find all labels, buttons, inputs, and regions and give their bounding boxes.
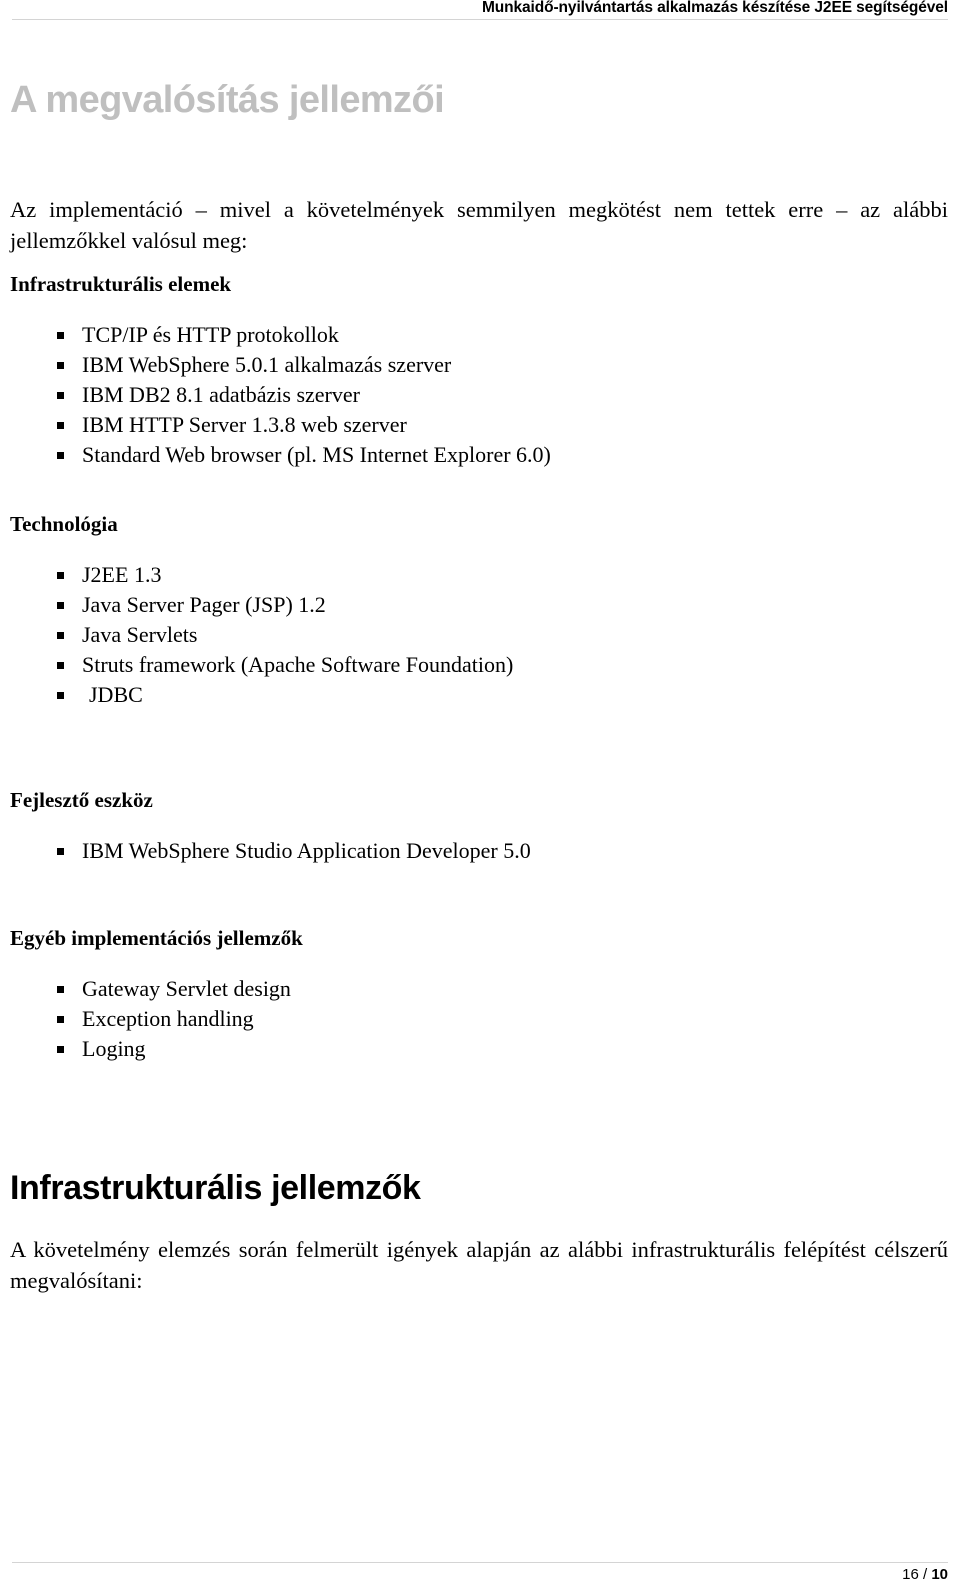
- list-item-label: IBM WebSphere 5.0.1 alkalmazás szerver: [82, 352, 452, 377]
- section-title-infrastructure-characteristics: Infrastrukturális jellemzők: [10, 1169, 421, 1207]
- list-technology: J2EE 1.3 Java Server Pager (JSP) 1.2 Jav…: [10, 560, 948, 710]
- section-heading-other-implementation: Egyéb implementációs jellemzők: [10, 926, 303, 950]
- square-bullet-icon: [57, 572, 64, 579]
- list-item-label: Java Servlets: [82, 622, 198, 647]
- square-bullet-icon: [57, 422, 64, 429]
- square-bullet-icon: [57, 392, 64, 399]
- list-item-label: IBM HTTP Server 1.3.8 web szerver: [82, 412, 407, 437]
- list-item: IBM WebSphere Studio Application Develop…: [10, 836, 948, 866]
- list-item: Standard Web browser (pl. MS Internet Ex…: [10, 440, 948, 470]
- list-item: TCP/IP és HTTP protokollok: [10, 320, 948, 350]
- square-bullet-icon: [57, 848, 64, 855]
- list-item-label: Standard Web browser (pl. MS Internet Ex…: [82, 442, 551, 467]
- list-item: IBM DB2 8.1 adatbázis szerver: [10, 380, 948, 410]
- list-item-label: JDBC: [89, 682, 143, 707]
- document-page: Munkaidő-nyilvántartás alkalmazás készít…: [0, 0, 960, 1586]
- list-item: Struts framework (Apache Software Founda…: [10, 650, 948, 680]
- intro-paragraph: Az implementáció – mivel a követelmények…: [10, 197, 948, 253]
- section-heading-development-tool: Fejlesztő eszköz: [10, 788, 153, 812]
- square-bullet-icon: [57, 692, 64, 699]
- list-item-label: Struts framework (Apache Software Founda…: [82, 652, 514, 677]
- list-item-label: IBM DB2 8.1 adatbázis szerver: [82, 382, 360, 407]
- square-bullet-icon: [57, 332, 64, 339]
- square-bullet-icon: [57, 362, 64, 369]
- square-bullet-icon: [57, 1016, 64, 1023]
- list-development-tool: IBM WebSphere Studio Application Develop…: [10, 836, 948, 866]
- list-item-label: TCP/IP és HTTP protokollok: [82, 322, 339, 347]
- list-item-label: Loging: [82, 1036, 146, 1061]
- page-title: A megvalósítás jellemzői: [10, 79, 445, 121]
- section-heading-technology: Technológia: [10, 512, 118, 536]
- page-number: 16 / 10: [902, 1566, 948, 1583]
- closing-paragraph: A követelmény elemzés során felmerült ig…: [10, 1237, 948, 1293]
- list-item: JDBC: [10, 680, 948, 710]
- list-other-implementation: Gateway Servlet design Exception handlin…: [10, 974, 948, 1064]
- square-bullet-icon: [57, 986, 64, 993]
- list-item: Gateway Servlet design: [10, 974, 948, 1004]
- list-item: Exception handling: [10, 1004, 948, 1034]
- square-bullet-icon: [57, 662, 64, 669]
- page-header: Munkaidő-nyilvántartás alkalmazás készít…: [12, 0, 948, 20]
- list-item-label: Gateway Servlet design: [82, 976, 291, 1001]
- list-item-label: J2EE 1.3: [82, 562, 162, 587]
- list-item: IBM WebSphere 5.0.1 alkalmazás szerver: [10, 350, 948, 380]
- square-bullet-icon: [57, 452, 64, 459]
- running-header-title: Munkaidő-nyilvántartás alkalmazás készít…: [481, 0, 948, 16]
- list-item: IBM HTTP Server 1.3.8 web szerver: [10, 410, 948, 440]
- square-bullet-icon: [57, 1046, 64, 1053]
- page-content: A megvalósítás jellemzői Az implementáci…: [10, 78, 948, 1296]
- page-number-total: 10: [931, 1566, 948, 1583]
- list-item: Java Server Pager (JSP) 1.2: [10, 590, 948, 620]
- list-item-label: Java Server Pager (JSP) 1.2: [82, 592, 326, 617]
- list-infrastructure: TCP/IP és HTTP protokollok IBM WebSphere…: [10, 320, 948, 470]
- square-bullet-icon: [57, 602, 64, 609]
- footer-divider: [12, 1562, 948, 1563]
- page-number-current: 16 /: [902, 1566, 932, 1583]
- list-item: Java Servlets: [10, 620, 948, 650]
- list-item: Loging: [10, 1034, 948, 1064]
- section-heading-infrastructure: Infrastrukturális elemek: [10, 272, 232, 296]
- list-item-label: Exception handling: [82, 1006, 254, 1031]
- header-divider: [12, 19, 948, 20]
- list-item: J2EE 1.3: [10, 560, 948, 590]
- list-item-label: IBM WebSphere Studio Application Develop…: [82, 838, 531, 863]
- square-bullet-icon: [57, 632, 64, 639]
